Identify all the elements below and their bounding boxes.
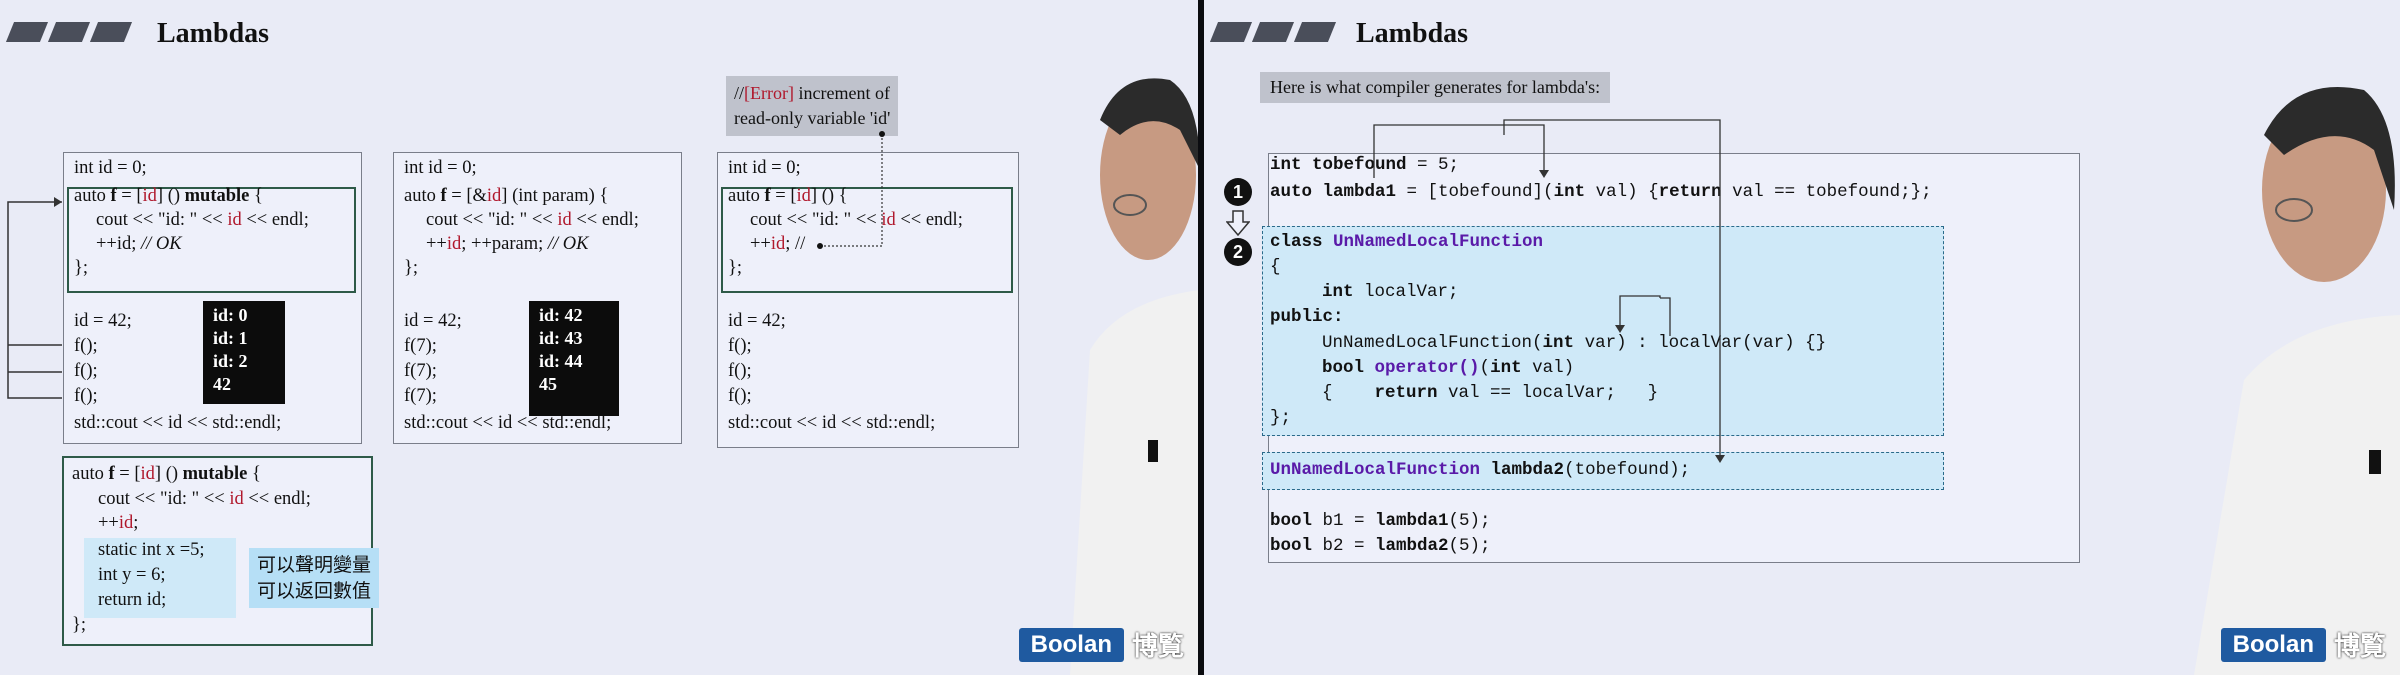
output-line: id: 0 [213,305,248,325]
logo-text: Boolan [1018,627,1124,662]
code-line: int y = 6; [98,565,166,585]
error-note-line2: read-only variable 'id' [734,108,891,128]
tag-line: 可以返回數值 [257,580,372,602]
code-line: f(); [74,386,98,406]
code-line: f(); [728,386,752,406]
code-line: f(); [728,336,752,356]
call-arrows-icon [7,197,62,399]
slide-title: Lambdas [157,18,270,49]
code-line: }; [74,258,89,278]
logo-cn-text: 博覧 [2333,632,2386,662]
logo-text: Boolan [2220,627,2326,662]
code-line: id = 42; [74,311,132,331]
output-line: id: 43 [539,328,583,348]
left-slide: Lambdas int id = 0; auto f = [id] () mut… [0,0,1198,675]
code-line: auto f = [id] () mutable { [74,186,263,206]
boolan-logo: Boolan 博覧 [2220,626,2386,663]
output-line: id: 1 [213,328,248,348]
code-box-reference: int id = 0; auto f = [&id] (int param) {… [393,152,682,444]
code-line: static int x =5; [98,540,205,560]
code-line: f(); [728,361,752,381]
code-line: ++id; ++param; // OK [426,234,589,254]
code-line: }; [72,615,87,635]
code-line: int id = 0; [74,158,147,178]
code-line: int id = 0; [404,158,477,178]
code-line: f(); [74,336,98,356]
console-output: id: 0 id: 1 id: 2 42 [203,301,285,404]
output-line: id: 2 [213,351,248,371]
boolan-logo: Boolan 博覧 [1018,626,1184,663]
code-line: cout << "id: " << id << endl; [96,210,309,230]
code-line: bool b2 = lambda2(5); [1270,536,1491,556]
logo-cn-text: 博覧 [1131,632,1184,662]
code-line: id = 42; [404,311,462,331]
right-slide: Lambdas Here is what compiler generates … [1204,0,2400,675]
code-box-mutable: int id = 0; auto f = [id] () mutable { c… [63,152,362,444]
console-output: id: 42 id: 43 id: 44 45 [529,301,619,416]
code-line: bool b1 = lambda1(5); [1270,511,1491,531]
code-line: f(7); [404,361,437,381]
code-line: f(7); [404,386,437,406]
code-line: cout << "id: " << id << endl; [98,489,311,509]
tag-line: 可以聲明變量 [257,554,372,576]
presenter-image [2194,87,2400,675]
code-line: f(); [74,361,98,381]
code-line: std::cout << id << std::endl; [74,413,282,433]
code-line: std::cout << id << std::endl; [728,413,936,433]
code-line: ++id; [98,513,139,533]
code-line: }; [404,258,419,278]
error-note-line1: //[Error] increment of [734,83,890,103]
code-line: ++id; // OK [96,234,182,254]
feature-tag: 可以聲明變量 可以返回數值 [249,548,380,608]
flow-arrows-icon [1373,119,1725,463]
code-line: cout << "id: " << id << endl; [426,210,639,230]
code-line: int id = 0; [728,158,801,178]
code-line: id = 42; [728,311,786,331]
title-bars-icon [5,22,133,42]
code-line: auto f = [&id] (int param) { [404,186,609,206]
error-note: //[Error] increment of read-only variabl… [726,76,899,136]
code-line: f(7); [404,336,437,356]
output-line: 42 [213,374,231,394]
code-line: }; [728,258,743,278]
error-arrow-icon [817,131,885,249]
output-line: 45 [539,374,557,394]
code-line: auto f = [id] () mutable { [72,464,261,484]
output-line: id: 44 [539,351,583,371]
code-line: std::cout << id << std::endl; [404,413,612,433]
presenter-image [1070,78,1198,675]
code-line: ++id; // [750,234,806,254]
output-line: id: 42 [539,305,583,325]
code-line: return id; [98,590,167,610]
